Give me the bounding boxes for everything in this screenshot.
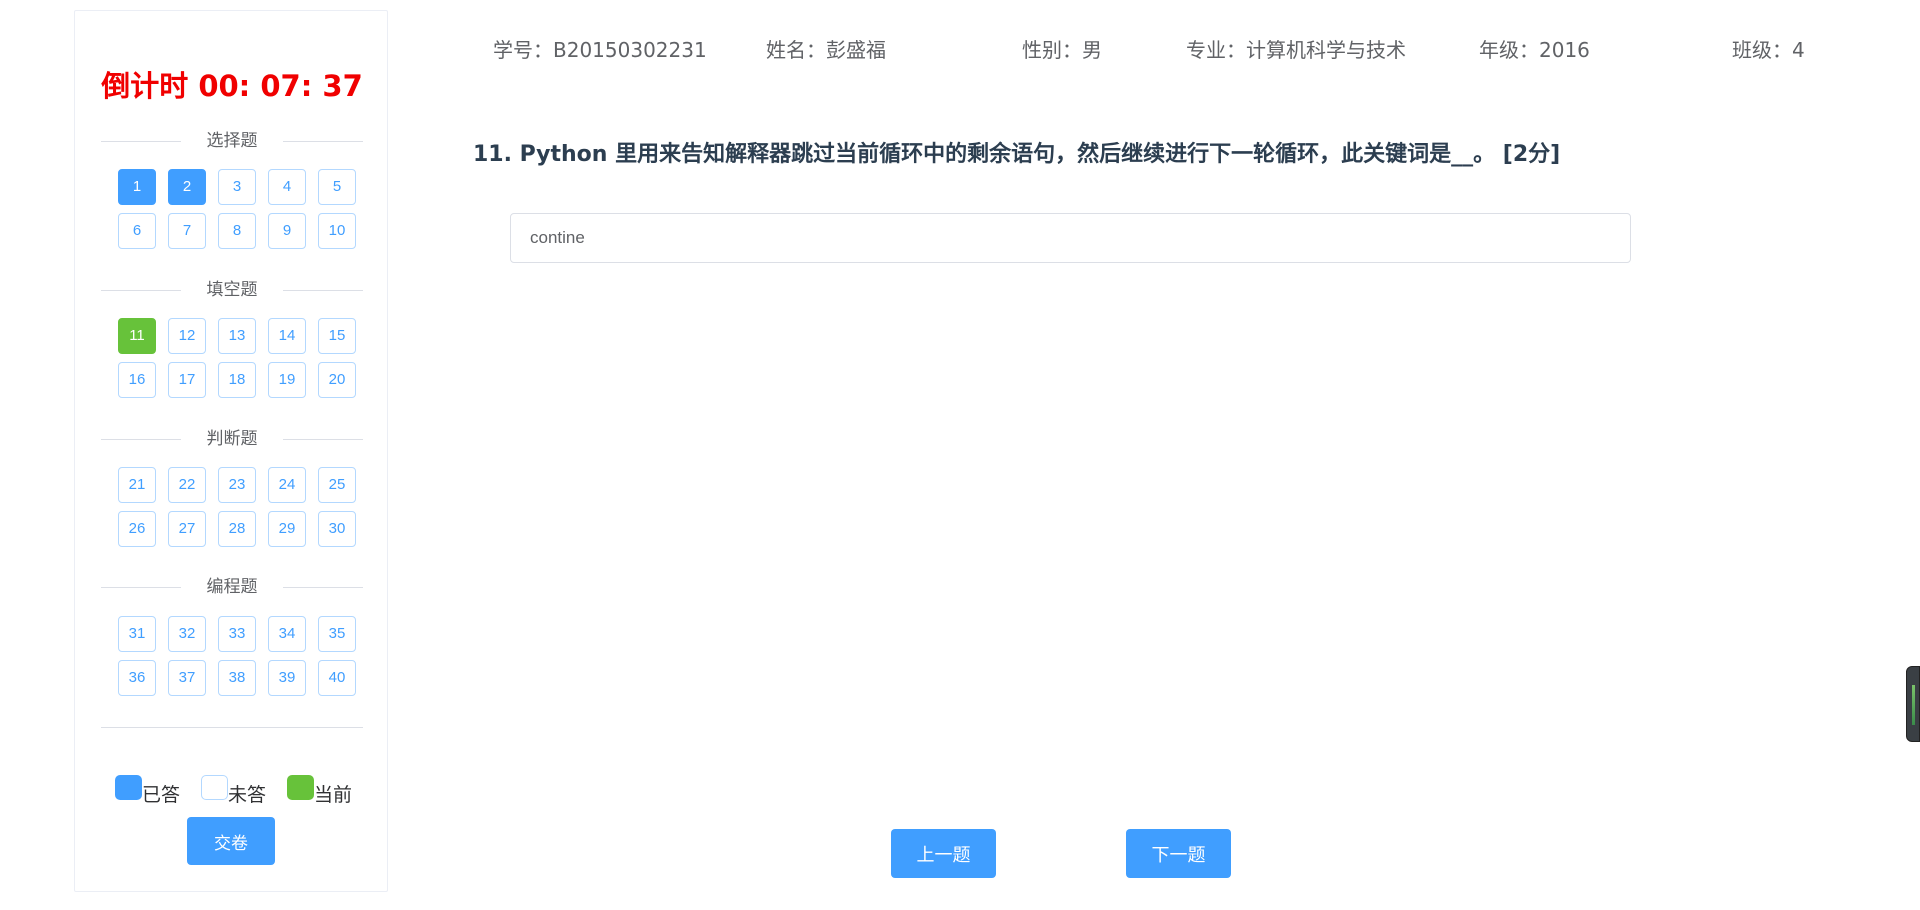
section-divider: 填空题 bbox=[101, 280, 363, 300]
legend-current-label: 当前 bbox=[314, 784, 353, 806]
question-button[interactable]: 32 bbox=[168, 616, 206, 652]
student-major: 专业：计算机科学与技术 bbox=[1186, 38, 1406, 62]
status-legend: 已答 未答 当前 bbox=[115, 775, 365, 806]
question-button[interactable]: 10 bbox=[318, 213, 356, 249]
question-button[interactable]: 31 bbox=[118, 616, 156, 652]
question-button[interactable]: 36 bbox=[118, 660, 156, 696]
question-button[interactable]: 5 bbox=[318, 169, 356, 205]
question-button[interactable]: 22 bbox=[168, 467, 206, 503]
question-button[interactable]: 8 bbox=[218, 213, 256, 249]
student-id: 学号：B20150302231 bbox=[493, 38, 707, 62]
question-button[interactable]: 39 bbox=[268, 660, 306, 696]
question-button[interactable]: 12 bbox=[168, 318, 206, 354]
question-button[interactable]: 40 bbox=[318, 660, 356, 696]
unanswered-swatch bbox=[201, 775, 228, 800]
question-button[interactable]: 30 bbox=[318, 511, 356, 547]
question-button[interactable]: 4 bbox=[268, 169, 306, 205]
question-button[interactable]: 23 bbox=[218, 467, 256, 503]
current-swatch bbox=[287, 775, 314, 800]
question-button[interactable]: 3 bbox=[218, 169, 256, 205]
question-button[interactable]: 34 bbox=[268, 616, 306, 652]
countdown-timer: 倒计时 00: 07: 37 bbox=[75, 63, 389, 105]
question-button[interactable]: 7 bbox=[168, 213, 206, 249]
side-scroll-handle[interactable] bbox=[1906, 666, 1920, 742]
question-button[interactable]: 37 bbox=[168, 660, 206, 696]
question-button[interactable]: 1 bbox=[118, 169, 156, 205]
legend-answered-label: 已答 bbox=[142, 784, 181, 806]
student-grade: 年级：2016 bbox=[1479, 38, 1590, 62]
question-button[interactable]: 18 bbox=[218, 362, 256, 398]
countdown-label: 倒计时 bbox=[101, 69, 189, 103]
submit-exam-button[interactable]: 交卷 bbox=[187, 817, 275, 865]
section-title: 编程题 bbox=[206, 577, 258, 597]
section-title: 选择题 bbox=[206, 131, 258, 151]
answer-input[interactable] bbox=[510, 213, 1631, 263]
question-button[interactable]: 6 bbox=[118, 213, 156, 249]
question-button[interactable]: 19 bbox=[268, 362, 306, 398]
question-button[interactable]: 26 bbox=[118, 511, 156, 547]
question-text: 11. Python 里用来告知解释器跳过当前循环中的剩余语句，然后继续进行下一… bbox=[473, 142, 1561, 167]
question-button[interactable]: 2 bbox=[168, 169, 206, 205]
question-button[interactable]: 38 bbox=[218, 660, 256, 696]
student-info-bar: 学号：B20150302231 姓名：彭盛福 性别：男 专业：计算机科学与技术 … bbox=[0, 34, 1920, 64]
question-button[interactable]: 35 bbox=[318, 616, 356, 652]
question-button[interactable]: 28 bbox=[218, 511, 256, 547]
countdown-time: 00: 07: 37 bbox=[198, 69, 363, 103]
next-question-button[interactable]: 下一题 bbox=[1126, 829, 1231, 878]
answered-swatch bbox=[115, 775, 142, 800]
question-button[interactable]: 11 bbox=[118, 318, 156, 354]
section-title: 判断题 bbox=[206, 429, 258, 449]
question-button[interactable]: 33 bbox=[218, 616, 256, 652]
question-button[interactable]: 29 bbox=[268, 511, 306, 547]
student-gender: 性别：男 bbox=[1022, 38, 1102, 62]
question-button[interactable]: 9 bbox=[268, 213, 306, 249]
scroll-handle-grip bbox=[1912, 685, 1915, 725]
section-title: 填空题 bbox=[206, 280, 258, 300]
question-button[interactable]: 16 bbox=[118, 362, 156, 398]
section-divider: 编程题 bbox=[101, 577, 363, 597]
question-button[interactable]: 24 bbox=[268, 467, 306, 503]
question-button[interactable]: 25 bbox=[318, 467, 356, 503]
section-divider: 判断题 bbox=[101, 429, 363, 449]
legend-unanswered-label: 未答 bbox=[228, 784, 267, 806]
question-button[interactable]: 13 bbox=[218, 318, 256, 354]
question-button[interactable]: 17 bbox=[168, 362, 206, 398]
question-button[interactable]: 14 bbox=[268, 318, 306, 354]
question-nav-panel: 倒计时 00: 07: 37 选择题 1 2 3 4 5 6 7 8 9 10 填空题 11 12 13 14… bbox=[74, 10, 388, 892]
legend-divider bbox=[101, 727, 363, 728]
question-button[interactable]: 21 bbox=[118, 467, 156, 503]
prev-question-button[interactable]: 上一题 bbox=[891, 829, 996, 878]
question-button[interactable]: 27 bbox=[168, 511, 206, 547]
student-class: 班级：4 bbox=[1732, 38, 1805, 62]
question-button[interactable]: 20 bbox=[318, 362, 356, 398]
section-divider: 选择题 bbox=[101, 131, 363, 151]
student-name: 姓名：彭盛福 bbox=[766, 38, 886, 62]
question-button[interactable]: 15 bbox=[318, 318, 356, 354]
